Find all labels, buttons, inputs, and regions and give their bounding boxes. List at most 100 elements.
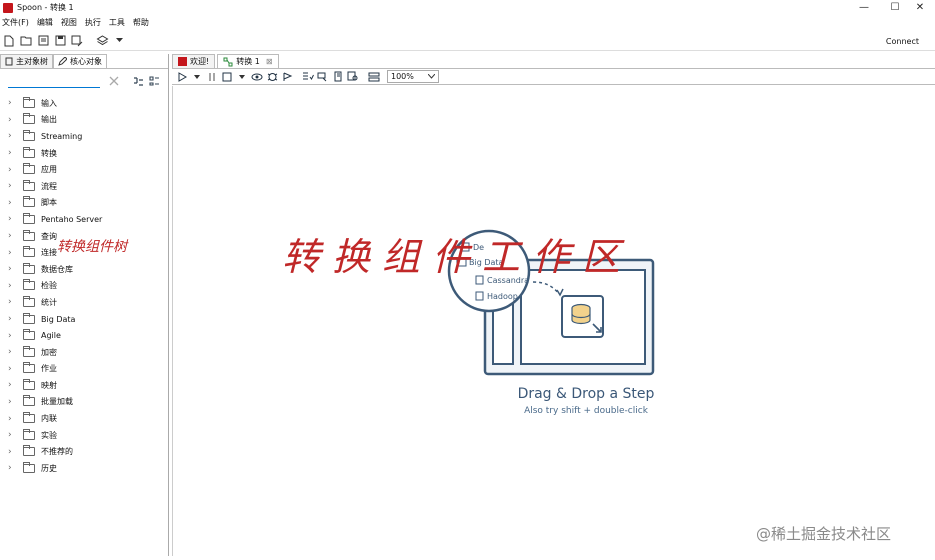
search-input[interactable] <box>8 74 100 88</box>
tab-core-objects[interactable]: 核心对象 <box>53 54 107 68</box>
folder-icon <box>23 378 35 390</box>
chevron-right-icon[interactable]: › <box>8 397 16 407</box>
tab-transformation-1[interactable]: 转换 1 ⊠ <box>217 54 279 68</box>
chevron-right-icon[interactable]: › <box>8 165 16 175</box>
new-file-icon[interactable] <box>2 34 16 48</box>
menu-run[interactable]: 执行 <box>85 17 101 28</box>
collapse-all-icon[interactable] <box>148 75 160 87</box>
chevron-right-icon[interactable]: › <box>8 198 16 208</box>
folder-icon <box>23 279 35 291</box>
tree-item[interactable]: › 数据仓库 <box>0 261 168 278</box>
tree-item[interactable]: › 转换 <box>0 145 168 162</box>
chevron-right-icon[interactable]: › <box>8 447 16 457</box>
replay-icon[interactable] <box>281 71 293 83</box>
explore-repository-icon[interactable] <box>36 34 50 48</box>
tree-item[interactable]: › Streaming <box>0 128 168 145</box>
folder-icon <box>23 196 35 208</box>
menu-view[interactable]: 视图 <box>61 17 77 28</box>
tree-item[interactable]: › 流程 <box>0 178 168 195</box>
tab-welcome[interactable]: 欢迎! <box>172 54 216 68</box>
tab-main-tree[interactable]: 主对象树 <box>0 54 53 68</box>
tab-close-icon[interactable]: ⊠ <box>266 57 273 66</box>
connect-button[interactable]: Connect <box>886 37 919 46</box>
save-icon[interactable] <box>53 34 67 48</box>
chevron-right-icon[interactable]: › <box>8 430 16 440</box>
chevron-right-icon[interactable]: › <box>8 281 16 291</box>
database-icon <box>571 303 591 325</box>
open-file-icon[interactable] <box>19 34 33 48</box>
run-icon[interactable] <box>176 71 188 83</box>
stop-icon[interactable] <box>221 71 233 83</box>
chevron-right-icon[interactable]: › <box>8 115 16 125</box>
tree-item[interactable]: › 作业 <box>0 361 168 378</box>
tree-item[interactable]: › 批量加载 <box>0 394 168 411</box>
folder-icon <box>23 395 35 407</box>
sql-icon[interactable] <box>332 71 344 83</box>
run-dropdown-icon[interactable] <box>191 71 203 83</box>
welcome-logo-icon <box>178 57 187 66</box>
minimize-button[interactable]: — <box>849 0 879 15</box>
tab-transformation-1-label: 转换 1 <box>236 57 260 66</box>
tree-item[interactable]: › 应用 <box>0 161 168 178</box>
chevron-right-icon[interactable]: › <box>8 380 16 390</box>
chevron-right-icon[interactable]: › <box>8 331 16 341</box>
tree-item-label: 检验 <box>41 281 57 291</box>
save-as-icon[interactable] <box>70 34 84 48</box>
tree-item[interactable]: › Big Data <box>0 311 168 328</box>
menu-edit[interactable]: 编辑 <box>37 17 53 28</box>
tree-item-label: 连接 <box>41 248 57 258</box>
chevron-right-icon[interactable]: › <box>8 131 16 141</box>
tab-welcome-label: 欢迎! <box>190 57 210 66</box>
clear-search-icon[interactable] <box>108 75 120 87</box>
tree-item[interactable]: › Agile <box>0 327 168 344</box>
folder-icon <box>23 412 35 424</box>
menu-file[interactable]: 文件(F) <box>2 17 29 28</box>
close-button[interactable]: ✕ <box>905 0 935 15</box>
chevron-right-icon[interactable]: › <box>8 148 16 158</box>
tree-item[interactable]: › 内联 <box>0 410 168 427</box>
tree-item[interactable]: › 统计 <box>0 294 168 311</box>
chevron-right-icon[interactable]: › <box>8 297 16 307</box>
chevron-right-icon[interactable]: › <box>8 98 16 108</box>
chevron-right-icon[interactable]: › <box>8 231 16 241</box>
tree-item[interactable]: › 不推荐的 <box>0 443 168 460</box>
chevron-right-icon[interactable]: › <box>8 347 16 357</box>
tree-item-label: 内联 <box>41 414 57 424</box>
folder-icon <box>23 96 35 108</box>
tree-item-label: 统计 <box>41 297 57 307</box>
tree-item[interactable]: › Pentaho Server <box>0 211 168 228</box>
tree-item[interactable]: › 历史 <box>0 460 168 477</box>
grid-icon[interactable] <box>368 71 380 83</box>
tree-item[interactable]: › 输入 <box>0 95 168 112</box>
chevron-right-icon[interactable]: › <box>8 414 16 424</box>
chevron-right-icon[interactable]: › <box>8 364 16 374</box>
chevron-right-icon[interactable]: › <box>8 314 16 324</box>
tree-item[interactable]: › 实验 <box>0 427 168 444</box>
zoom-select[interactable]: 100% <box>387 70 439 83</box>
chevron-right-icon[interactable]: › <box>8 181 16 191</box>
tree-item[interactable]: › 脚本 <box>0 195 168 212</box>
stop-dropdown-icon[interactable] <box>236 71 248 83</box>
tree-item-label: Streaming <box>41 131 83 141</box>
perspective-layers-icon[interactable] <box>95 34 109 48</box>
tree-item[interactable]: › 输出 <box>0 112 168 129</box>
chevron-right-icon[interactable]: › <box>8 248 16 258</box>
menu-help[interactable]: 帮助 <box>133 17 149 28</box>
chevron-right-icon[interactable]: › <box>8 214 16 224</box>
preview-eye-icon[interactable] <box>251 71 263 83</box>
tree-item[interactable]: › 映射 <box>0 377 168 394</box>
menu-tools[interactable]: 工具 <box>109 17 125 28</box>
chevron-right-icon[interactable]: › <box>8 463 16 473</box>
transformation-canvas[interactable]: De Big Data Cassandra Hadoop Drag & Drop… <box>172 86 935 556</box>
expand-all-icon[interactable] <box>132 75 144 87</box>
perspective-dropdown-icon[interactable] <box>112 34 126 48</box>
impact-icon[interactable] <box>317 71 329 83</box>
verify-icon[interactable] <box>302 71 314 83</box>
tree-item[interactable]: › 加密 <box>0 344 168 361</box>
chevron-right-icon[interactable]: › <box>8 264 16 274</box>
tree-item[interactable]: › 检验 <box>0 278 168 295</box>
pause-icon[interactable] <box>206 71 218 83</box>
explore-db-icon[interactable] <box>347 71 359 83</box>
debug-icon[interactable] <box>266 71 278 83</box>
editor-tabs: 欢迎! 转换 1 ⊠ <box>172 54 935 69</box>
